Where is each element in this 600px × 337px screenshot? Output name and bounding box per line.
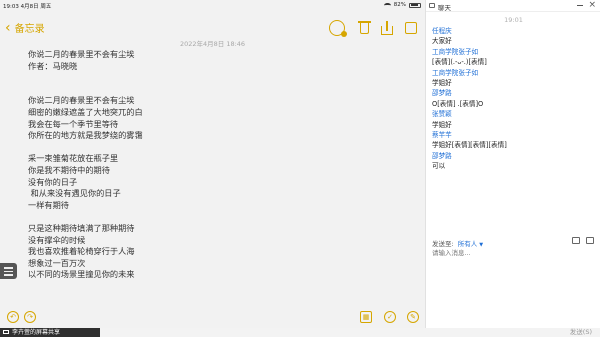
- chat-message: 工商学院张子如 [表情](.-ᴗ-.)[表情]: [432, 47, 597, 68]
- message-sender[interactable]: 工商学院张子如: [432, 47, 597, 57]
- send-button[interactable]: 发送(S): [570, 328, 592, 337]
- notes-app: 19:03 4月8日 周五 82% ‹ 备忘录 2022年4月8日 18:46 …: [0, 0, 425, 328]
- screen-share-label: 李卉萱的屏幕共享: [12, 329, 61, 336]
- undo-icon[interactable]: ↶: [7, 311, 19, 323]
- send-to-value[interactable]: 所有人: [458, 240, 478, 248]
- chat-message: 工商学院张子如 学姐好: [432, 68, 597, 89]
- message-text: 大家好: [432, 37, 452, 46]
- message-text: 可以: [432, 162, 446, 171]
- notes-bottom-bar: ↶ ↷ ▦ ✓ ✎: [0, 310, 425, 328]
- message-text: [表情](.-ᴗ-.)[表情]: [432, 58, 487, 67]
- chat-message: 邵梦路 可以: [432, 151, 597, 172]
- close-icon[interactable]: ×: [588, 0, 596, 10]
- table-icon[interactable]: ▦: [360, 311, 372, 323]
- file-icon[interactable]: [572, 237, 580, 244]
- status-time: 19:03: [3, 4, 19, 10]
- message-text: 学姐好: [432, 120, 452, 129]
- share-people-icon[interactable]: [329, 20, 347, 37]
- screen-share-bar: 李卉萱的屏幕共享 发送(S): [0, 328, 600, 337]
- note-body-text[interactable]: 你说二月的春景里不会有尘埃 作者：马晓晓 你说二月的春景里不会有尘埃 细密的嫩绿…: [28, 49, 143, 281]
- chat-message: 邵梦路 O[表情] .[表情]O: [432, 88, 597, 109]
- chat-message-list: 任程庆 大家好 工商学院张子如 [表情](.-ᴗ-.)[表情] 工商学院张子如 …: [432, 26, 597, 172]
- chat-panel: 聊天 × 19:01 任程庆 大家好 工商学院张子如 [表情](.-ᴗ-.)[表…: [425, 0, 600, 328]
- chat-bubble-icon: [429, 3, 435, 8]
- minimize-icon[interactable]: [577, 5, 583, 6]
- chat-tools: [572, 237, 594, 244]
- message-sender[interactable]: 邵梦路: [432, 88, 597, 98]
- message-text: 学姐好[表情][表情][表情]: [432, 141, 507, 150]
- message-sender[interactable]: 张赞颖: [432, 109, 597, 119]
- wifi-icon: [383, 2, 391, 8]
- chat-input[interactable]: [432, 249, 594, 257]
- side-menu-handle-icon[interactable]: [0, 263, 17, 279]
- chat-message: 任程庆 大家好: [432, 26, 597, 47]
- trash-icon[interactable]: [356, 20, 372, 36]
- more-options-icon[interactable]: [586, 237, 594, 244]
- message-text: O[表情] .[表情]O: [432, 99, 484, 108]
- checklist-icon[interactable]: ✓: [384, 311, 396, 323]
- battery-percent: 82%: [393, 2, 406, 8]
- chat-header: 聊天 ×: [426, 0, 600, 12]
- back-label: 备忘录: [14, 24, 45, 35]
- send-to-selector[interactable]: 发送至: 所有人 ▼: [432, 238, 483, 248]
- ipad-status-bar: 19:03 4月8日 周五 82%: [0, 0, 425, 10]
- message-text: 学姐好: [432, 79, 452, 88]
- compose-icon[interactable]: [404, 20, 420, 36]
- screen-share-indicator[interactable]: 李卉萱的屏幕共享: [0, 328, 100, 337]
- chat-timestamp: 19:01: [504, 16, 523, 24]
- markup-pen-icon[interactable]: ✎: [407, 311, 419, 323]
- message-sender[interactable]: 任程庆: [432, 26, 597, 36]
- redo-icon[interactable]: ↷: [24, 311, 36, 323]
- message-sender[interactable]: 工商学院张子如: [432, 68, 597, 78]
- note-date: 2022年4月8日 18:46: [179, 40, 246, 48]
- battery-icon: [409, 2, 421, 8]
- chat-message: 蔡芊芊 学姐好[表情][表情][表情]: [432, 130, 597, 151]
- message-sender[interactable]: 邵梦路: [432, 151, 597, 161]
- chat-title: 聊天: [438, 4, 451, 12]
- status-date: 4月8日 周五: [20, 4, 52, 10]
- back-button[interactable]: ‹ 备忘录: [5, 19, 45, 36]
- chat-message: 张赞颖 学姐好: [432, 109, 597, 130]
- send-to-label: 发送至:: [432, 240, 454, 248]
- message-sender[interactable]: 蔡芊芊: [432, 130, 597, 140]
- chevron-left-icon: ‹: [5, 19, 11, 36]
- share-upload-icon[interactable]: [379, 20, 395, 36]
- monitor-icon: [3, 330, 9, 334]
- chevron-down-icon: ▼: [479, 242, 484, 248]
